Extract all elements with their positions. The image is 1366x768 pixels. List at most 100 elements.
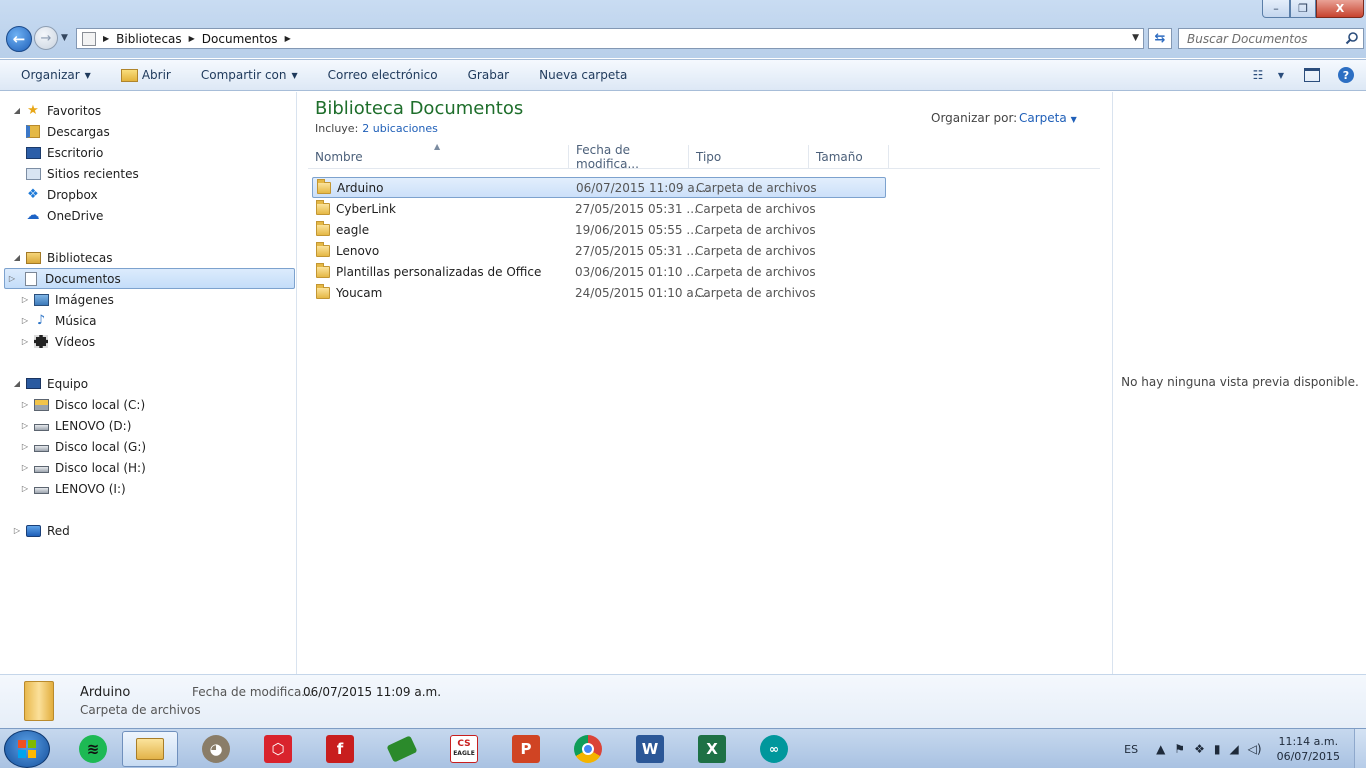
action-center-flag-icon[interactable]: ⚑ [1174, 742, 1185, 756]
nav-item-onedrive[interactable]: ☁ OneDrive [22, 205, 104, 226]
recent-pages-chevron-icon[interactable]: ▼ [61, 33, 68, 43]
expand-arrow-icon[interactable]: ▷ [20, 295, 30, 304]
grabar-button[interactable]: Grabar [453, 60, 525, 90]
search-input[interactable] [1187, 31, 1347, 46]
file-row-arduino[interactable]: Arduino 06/07/2015 11:09 a.... Carpeta d… [312, 177, 886, 198]
nav-equipo[interactable]: ◢ Equipo [12, 373, 88, 394]
taskbar-gimp[interactable]: ◕ [188, 731, 244, 767]
wifi-signal-icon[interactable]: ◢ [1229, 742, 1238, 756]
breadcrumb-documentos[interactable]: Documentos [202, 32, 278, 46]
breadcrumb-bibliotecas[interactable]: Bibliotecas [116, 32, 181, 46]
nav-item-disco-c[interactable]: ▷ Disco local (C:) [22, 394, 145, 415]
correo-button[interactable]: Correo electrónico [313, 60, 453, 90]
dropbox-tray-icon[interactable]: ❖ [1194, 742, 1205, 756]
preview-pane-icon[interactable] [1302, 67, 1322, 83]
taskbar-pcb[interactable] [374, 731, 430, 767]
taskbar-word[interactable]: W [622, 731, 678, 767]
taskbar-sketchup[interactable]: ⬡ [250, 731, 306, 767]
nav-bibliotecas[interactable]: ◢ Bibliotecas [12, 247, 113, 268]
collapse-arrow-icon[interactable]: ◢ [12, 106, 22, 115]
expand-arrow-icon[interactable]: ▷ [20, 337, 30, 346]
file-row-eagle[interactable]: eagle 19/06/2015 05:55 ... Carpeta de ar… [312, 219, 886, 240]
drive-icon [33, 481, 49, 497]
expand-arrow-icon[interactable]: ▷ [12, 526, 22, 535]
nav-item-disco-h[interactable]: ▷ Disco local (H:) [22, 457, 146, 478]
clock[interactable]: 11:14 a.m. 06/07/2015 [1277, 734, 1340, 764]
change-view-icon[interactable]: ☷ [1248, 67, 1268, 83]
breadcrumb-arrow-icon[interactable]: ▶ [189, 34, 195, 43]
breadcrumb-arrow-icon[interactable]: ▶ [103, 34, 109, 43]
nav-item-disco-g[interactable]: ▷ Disco local (G:) [22, 436, 146, 457]
nav-item-dropbox[interactable]: ❖ Dropbox [22, 184, 97, 205]
start-button[interactable] [4, 730, 50, 768]
chrome-icon [574, 735, 602, 763]
expand-arrow-icon[interactable]: ▷ [20, 484, 30, 493]
refresh-button[interactable]: ⇆ [1148, 28, 1172, 49]
taskbar-excel[interactable]: X [684, 731, 740, 767]
nav-item-musica[interactable]: ▷ ♪ Música [22, 310, 97, 331]
compartir-button[interactable]: Compartir con ▼ [186, 60, 313, 90]
column-header-tamano[interactable]: Tamaño [809, 145, 889, 169]
recent-places-icon [25, 166, 41, 182]
column-header-tipo[interactable]: Tipo [689, 145, 809, 169]
folder-icon [317, 178, 331, 194]
expand-arrow-icon[interactable]: ▷ [20, 442, 30, 451]
column-header-fecha[interactable]: Fecha de modifica... [569, 143, 689, 171]
nav-red[interactable]: ▷ Red [12, 520, 70, 541]
taskbar-chrome[interactable] [560, 731, 616, 767]
locations-link[interactable]: 2 ubicaciones [362, 122, 438, 135]
nueva-carpeta-button[interactable]: Nueva carpeta [524, 60, 642, 90]
help-icon[interactable]: ? [1338, 67, 1354, 83]
search-icon[interactable] [1345, 31, 1359, 45]
taskbar-explorer[interactable] [122, 731, 178, 767]
battery-icon[interactable]: ▮ [1214, 742, 1221, 756]
maximize-button[interactable]: ❐ [1290, 0, 1316, 18]
column-header-nombre[interactable]: Nombre ▲ [308, 142, 569, 169]
taskbar-fritzing[interactable]: f [312, 731, 368, 767]
view-options-chevron-icon[interactable]: ▼ [1276, 67, 1286, 83]
minimize-button[interactable]: – [1262, 0, 1290, 18]
abrir-button[interactable]: Abrir [106, 60, 186, 90]
expand-arrow-icon[interactable]: ▷ [7, 274, 17, 283]
expand-arrow-icon[interactable]: ▷ [20, 400, 30, 409]
sort-ascending-icon: ▲ [434, 142, 441, 151]
nav-item-documentos[interactable]: ▷ Documentos [4, 268, 295, 289]
show-hidden-icons-icon[interactable]: ▲ [1156, 742, 1165, 756]
file-row-cyberlink[interactable]: CyberLink 27/05/2015 05:31 ... Carpeta d… [312, 198, 886, 219]
file-row-lenovo[interactable]: Lenovo 27/05/2015 05:31 ... Carpeta de a… [312, 240, 886, 261]
chevron-down-icon: ▼ [291, 70, 298, 80]
organizar-button[interactable]: Organizar ▼ [0, 60, 106, 90]
nav-item-descargas[interactable]: Descargas [22, 121, 110, 142]
arrange-by-dropdown[interactable]: Carpeta ▼ [1019, 111, 1077, 125]
nav-item-lenovo-i[interactable]: ▷ LENOVO (I:) [22, 478, 126, 499]
taskbar-spotify[interactable]: ≋ [65, 731, 121, 767]
nav-item-videos[interactable]: ▷ Vídeos [22, 331, 95, 352]
taskbar-eagle[interactable]: CS EAGLE [436, 731, 492, 767]
search-box[interactable] [1178, 28, 1364, 49]
file-row-youcam[interactable]: Youcam 24/05/2015 01:10 a.... Carpeta de… [312, 282, 886, 303]
language-indicator[interactable]: ES [1124, 743, 1138, 756]
address-bar[interactable]: ▶ Bibliotecas ▶ Documentos ▶ ▼ [76, 28, 1144, 49]
taskbar-arduino[interactable]: ∞ [746, 731, 802, 767]
taskbar-powerpoint[interactable]: P [498, 731, 554, 767]
forward-button[interactable]: → [34, 26, 58, 50]
address-dropdown-icon[interactable]: ▼ [1132, 33, 1139, 43]
nav-item-imagenes[interactable]: ▷ Imágenes [22, 289, 114, 310]
file-row-plantillas[interactable]: Plantillas personalizadas de Office 03/0… [312, 261, 886, 282]
refresh-icon: ⇆ [1154, 31, 1166, 46]
breadcrumb-arrow-icon[interactable]: ▶ [285, 34, 291, 43]
collapse-arrow-icon[interactable]: ◢ [12, 253, 22, 262]
expand-arrow-icon[interactable]: ▷ [20, 463, 30, 472]
expand-arrow-icon[interactable]: ▷ [20, 316, 30, 325]
collapse-arrow-icon[interactable]: ◢ [12, 379, 22, 388]
show-desktop-button[interactable] [1354, 729, 1366, 768]
file-date: 27/05/2015 05:31 ... [575, 243, 698, 258]
expand-arrow-icon[interactable]: ▷ [20, 421, 30, 430]
close-button[interactable]: X [1316, 0, 1364, 18]
nav-item-escritorio[interactable]: Escritorio [22, 142, 103, 163]
nav-item-lenovo-d[interactable]: ▷ LENOVO (D:) [22, 415, 131, 436]
volume-icon[interactable]: ◁) [1248, 742, 1262, 756]
back-button[interactable]: ← [6, 26, 32, 52]
nav-favoritos[interactable]: ◢ ★ Favoritos [12, 100, 101, 121]
nav-item-sitios-recientes[interactable]: Sitios recientes [22, 163, 139, 184]
